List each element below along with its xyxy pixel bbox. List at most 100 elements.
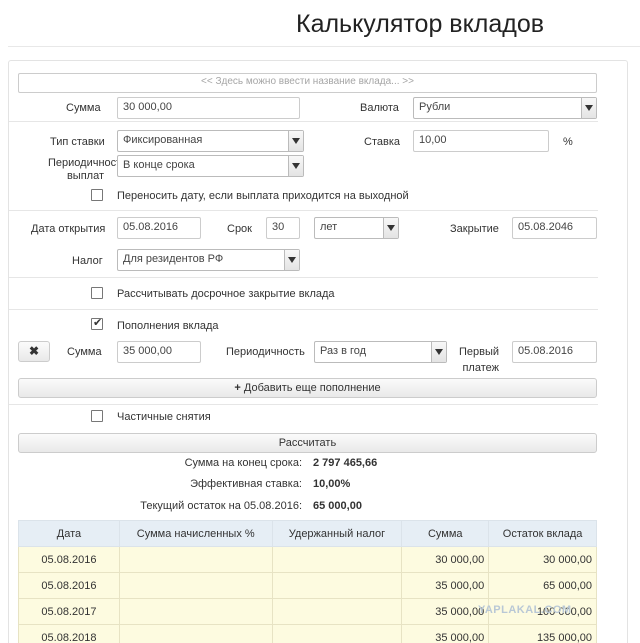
- period-label-line2: выплат: [66, 170, 104, 182]
- rate-label: Ставка: [364, 136, 400, 148]
- schedule-table: Дата Сумма начисленных % Удержанный нало…: [18, 520, 597, 643]
- tax-select[interactable]: Для резидентов РФ: [117, 249, 300, 271]
- close-date-label: Закрытие: [450, 223, 499, 235]
- term-unit-value: лет: [320, 221, 338, 233]
- cell-date: 05.08.2016: [18, 546, 120, 573]
- first-payment-label: Первый платеж: [457, 344, 499, 376]
- cell-interest: [118, 546, 273, 573]
- payment-period-select[interactable]: В конце срока: [117, 155, 304, 177]
- calculate-button[interactable]: Рассчитать: [18, 433, 597, 453]
- topup-period-value: Раз в год: [320, 345, 367, 357]
- col-balance: Остаток вклада: [488, 520, 597, 547]
- period-label-line1: Периодичность: [48, 157, 127, 169]
- move-date-checkbox[interactable]: [91, 189, 103, 201]
- page-title: Калькулятор вкладов: [296, 10, 545, 38]
- topup-checkbox[interactable]: [91, 316, 103, 330]
- topup-label: Пополнения вклада: [117, 320, 219, 332]
- first-payment-input[interactable]: 05.08.2016: [512, 341, 597, 363]
- cell-sum: 35 000,00: [401, 624, 490, 643]
- close-date-input[interactable]: 05.08.2046: [512, 217, 597, 239]
- tax-label: Налог: [72, 255, 103, 267]
- topup-period-label: Периодичность: [226, 346, 305, 358]
- watermark: YAPLAKAL.COM: [478, 604, 572, 616]
- add-topup-button[interactable]: + Добавить еще пополнение: [18, 378, 597, 398]
- currency-select[interactable]: Рубли: [413, 97, 597, 119]
- partial-withdraw-checkbox[interactable]: [91, 410, 103, 422]
- col-sum: Сумма: [401, 520, 490, 547]
- divider: [9, 277, 598, 278]
- rate-type-label: Тип ставки: [50, 136, 105, 148]
- col-interest: Сумма начисленных %: [118, 520, 273, 547]
- remove-topup-button[interactable]: ✖: [18, 341, 50, 362]
- chevron-down-icon: [383, 218, 398, 238]
- divider: [9, 309, 598, 310]
- cell-sum: 30 000,00: [401, 546, 490, 573]
- early-close-checkbox[interactable]: [91, 287, 103, 299]
- partial-withdraw-label: Частичные снятия: [117, 411, 211, 423]
- open-date-label: Дата открытия: [31, 223, 106, 235]
- move-date-label: Переносить дату, если выплата приходится…: [117, 190, 409, 202]
- table-row: 05.08.2016 30 000,00 30 000,00: [18, 546, 597, 573]
- early-close-label: Рассчитывать досрочное закрытие вклада: [117, 288, 335, 300]
- cell-interest: [118, 572, 273, 599]
- cell-tax: [271, 546, 403, 573]
- table-row: 05.08.2016 35 000,00 65 000,00: [18, 572, 597, 599]
- cell-interest: [118, 624, 273, 643]
- col-date: Дата: [18, 520, 120, 547]
- plus-icon: +: [234, 382, 241, 394]
- period-label: Периодичность выплат: [48, 157, 127, 183]
- rate-type-select[interactable]: Фиксированная: [117, 130, 304, 152]
- cell-tax: [271, 572, 403, 599]
- close-icon: ✖: [28, 344, 40, 358]
- cell-date: 05.08.2016: [18, 572, 120, 599]
- chevron-down-icon: [431, 342, 446, 362]
- cell-balance: 65 000,00: [488, 572, 597, 599]
- add-topup-label: Добавить еще пополнение: [243, 382, 381, 394]
- cell-date: 05.08.2017: [18, 598, 120, 625]
- cell-balance: 135 000,00: [488, 624, 597, 643]
- balance-label: Текущий остаток на 05.08.2016:: [140, 500, 302, 512]
- effective-rate-value: 10,00%: [313, 478, 351, 490]
- first-payment-line2: платеж: [462, 362, 499, 374]
- chevron-down-icon: [284, 250, 299, 270]
- chevron-down-icon: [288, 131, 303, 151]
- currency-value: Рубли: [419, 101, 451, 113]
- balance-value: 65 000,00: [313, 500, 362, 512]
- col-tax: Удержанный налог: [271, 520, 403, 547]
- end-sum-label: Сумма на конец срока:: [184, 457, 302, 469]
- term-input[interactable]: 30: [266, 217, 300, 239]
- table-header-row: Дата Сумма начисленных % Удержанный нало…: [18, 520, 597, 547]
- divider: [9, 404, 598, 405]
- term-unit-select[interactable]: лет: [314, 217, 399, 239]
- open-date-input[interactable]: 05.08.2016: [117, 217, 201, 239]
- table-row: 05.08.2018 35 000,00 135 000,00: [18, 624, 597, 643]
- rate-type-value: Фиксированная: [123, 134, 203, 146]
- deposit-name-input[interactable]: << Здесь можно ввести название вклада...…: [18, 73, 597, 93]
- cell-sum: 35 000,00: [401, 598, 490, 625]
- term-label: Срок: [227, 223, 252, 235]
- rate-unit: %: [563, 136, 573, 148]
- cell-interest: [118, 598, 273, 625]
- cell-date: 05.08.2018: [18, 624, 120, 643]
- currency-label: Валюта: [360, 102, 399, 114]
- rate-input[interactable]: 10,00: [413, 130, 549, 152]
- end-sum-value: 2 797 465,66: [313, 457, 378, 469]
- cell-tax: [271, 598, 403, 625]
- cell-sum: 35 000,00: [401, 572, 490, 599]
- chevron-down-icon: [581, 98, 596, 118]
- cell-balance: 30 000,00: [488, 546, 597, 573]
- topup-sum-input[interactable]: 35 000,00: [117, 341, 201, 363]
- tax-value: Для резидентов РФ: [123, 253, 224, 265]
- sum-input[interactable]: 30 000,00: [117, 97, 300, 119]
- cell-tax: [271, 624, 403, 643]
- payment-period-value: В конце срока: [123, 159, 195, 171]
- effective-rate-label: Эффективная ставка:: [190, 478, 302, 490]
- topup-period-select[interactable]: Раз в год: [314, 341, 447, 363]
- divider: [9, 210, 598, 211]
- topup-sum-label: Сумма: [67, 346, 102, 358]
- divider: [9, 121, 598, 122]
- sum-label: Сумма: [66, 102, 101, 114]
- chevron-down-icon: [288, 156, 303, 176]
- first-payment-line1: Первый: [458, 346, 499, 358]
- header-divider: [8, 46, 640, 47]
